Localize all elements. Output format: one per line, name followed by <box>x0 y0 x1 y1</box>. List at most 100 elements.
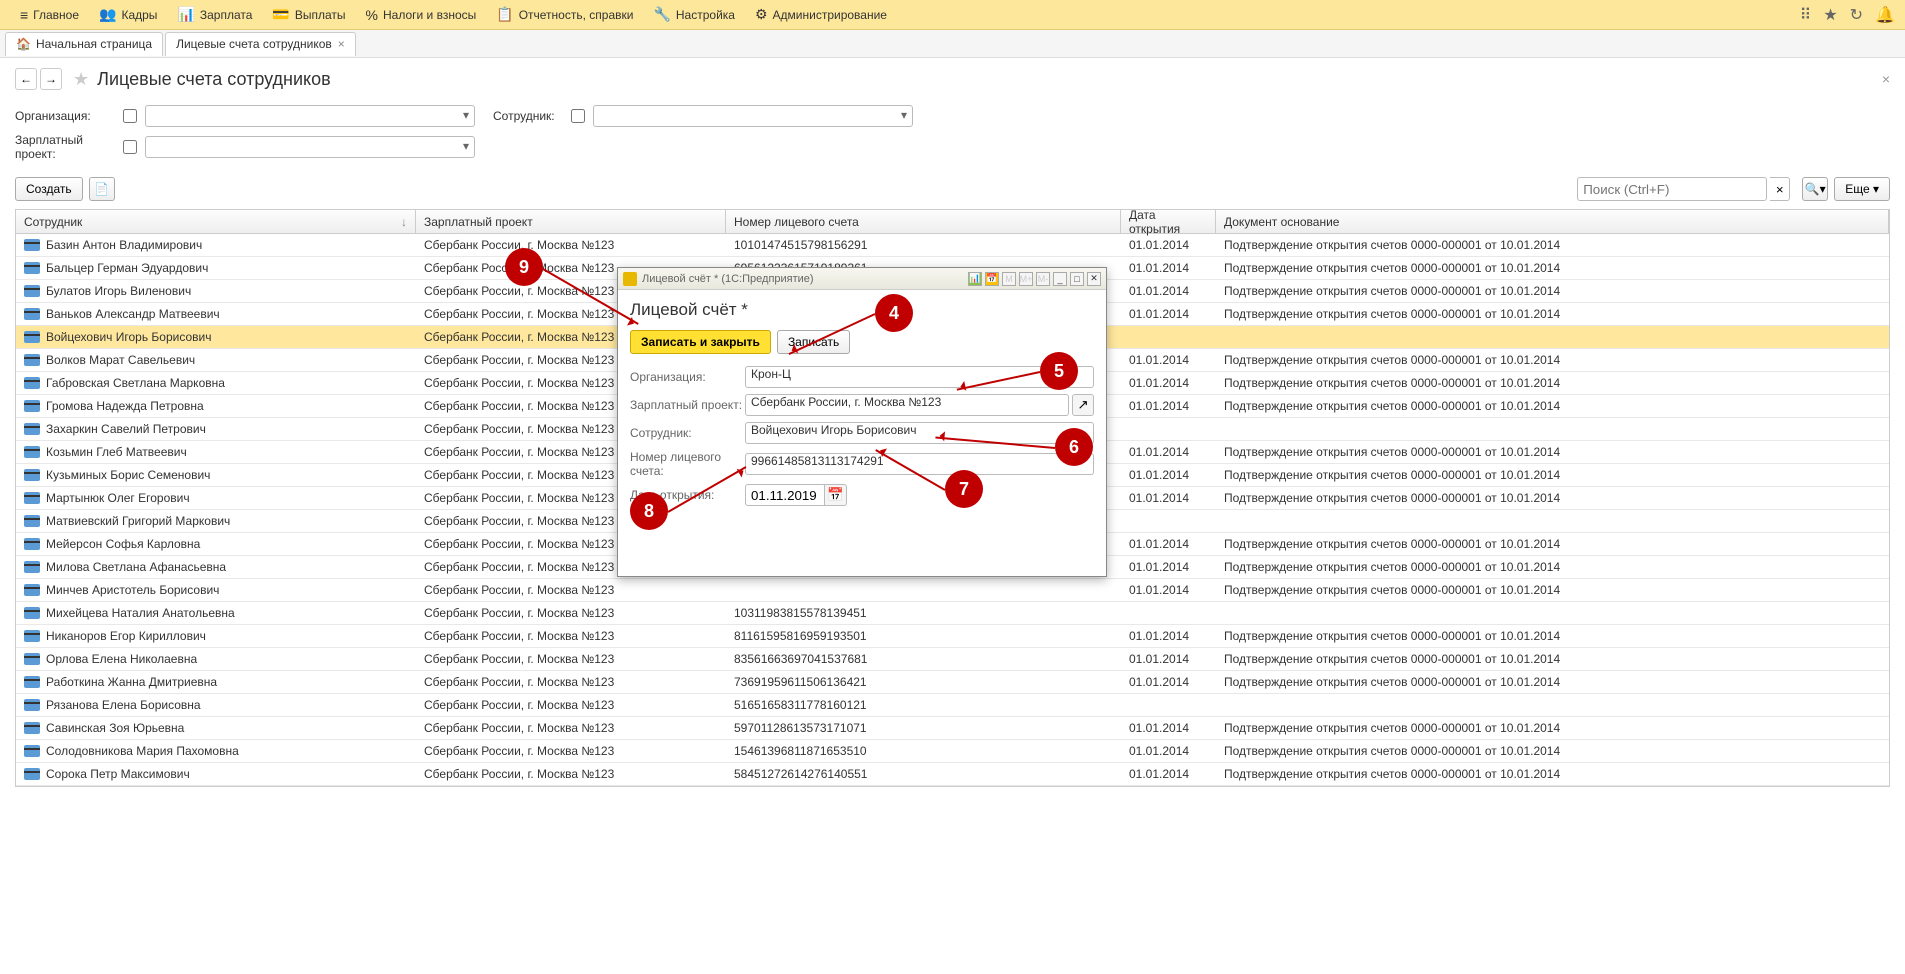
cell-project: Сбербанк России, г. Москва №123 <box>416 718 726 738</box>
table-row[interactable]: Орлова Елена Николаевна Сбербанк России,… <box>16 648 1889 671</box>
dlg-proj-input[interactable]: Сбербанк России, г. Москва №123 <box>745 394 1069 416</box>
cell-employee: Милова Светлана Афанасьевна <box>46 560 226 574</box>
card-icon <box>24 377 40 389</box>
table-row[interactable]: Базин Антон Владимирович Сбербанк России… <box>16 234 1889 257</box>
dlg-acc-input[interactable]: 99661485813113174291 <box>745 453 1094 475</box>
apps-icon[interactable]: ⠿ <box>1800 5 1812 25</box>
cell-employee: Громова Надежда Петровна <box>46 399 204 413</box>
tab-accounts[interactable]: Лицевые счета сотрудников × <box>165 32 356 56</box>
card-icon <box>24 331 40 343</box>
search-input[interactable] <box>1577 177 1767 201</box>
card-icon <box>24 768 40 780</box>
favorite-icon[interactable]: ★ <box>73 69 89 90</box>
table-row[interactable]: Рязанова Елена Борисовна Сбербанк России… <box>16 694 1889 717</box>
cell-employee: Габровская Светлана Марковна <box>46 376 225 390</box>
card-icon <box>24 653 40 665</box>
menu-item-1[interactable]: 👥Кадры <box>89 0 167 30</box>
dialog-mminus-icon[interactable]: M- <box>1036 272 1050 286</box>
filter-org-checkbox[interactable] <box>123 109 137 123</box>
home-icon: 🏠 <box>16 37 31 51</box>
cell-account: 59701128613573171071 <box>726 718 1121 738</box>
history-icon[interactable]: ↻ <box>1850 5 1863 25</box>
cell-employee: Орлова Елена Николаевна <box>46 652 197 666</box>
bell-icon[interactable]: 🔔 <box>1875 5 1895 25</box>
menu-item-0[interactable]: ≡Главное <box>10 0 89 30</box>
dialog-minimize-icon[interactable]: _ <box>1053 272 1067 286</box>
menu-item-6[interactable]: 🔧Настройка <box>643 0 745 30</box>
col-project[interactable]: Зарплатный проект <box>416 210 726 233</box>
cell-date: 01.01.2014 <box>1121 258 1216 278</box>
table-row[interactable]: Минчев Аристотель Борисович Сбербанк Рос… <box>16 579 1889 602</box>
dialog-mplus-icon[interactable]: M+ <box>1019 272 1033 286</box>
dialog-calendar-icon[interactable]: 📅 <box>985 272 999 286</box>
cell-employee: Волков Марат Савельевич <box>46 353 195 367</box>
menu-icon: % <box>366 7 378 23</box>
search-button[interactable]: 🔍▾ <box>1802 177 1828 201</box>
col-date[interactable]: Дата открытия <box>1121 210 1216 233</box>
filter-org-select[interactable] <box>145 105 475 127</box>
tab-close-icon[interactable]: × <box>338 37 345 51</box>
table-row[interactable]: Савинская Зоя Юрьевна Сбербанк России, г… <box>16 717 1889 740</box>
cell-document: Подтверждение открытия счетов 0000-00000… <box>1216 442 1889 462</box>
dialog-calc-icon[interactable]: 📊 <box>968 272 982 286</box>
cell-employee: Матвиевский Григорий Маркович <box>46 514 230 528</box>
dialog-m-icon[interactable]: M <box>1002 272 1016 286</box>
cell-employee: Михейцева Наталия Анатольевна <box>46 606 235 620</box>
menu-icon: ≡ <box>20 7 28 23</box>
card-icon <box>24 538 40 550</box>
nav-back-button[interactable]: ← <box>15 68 37 90</box>
table-row[interactable]: Солодовникова Мария Пахомовна Сбербанк Р… <box>16 740 1889 763</box>
cell-employee: Кузьминых Борис Семенович <box>46 468 210 482</box>
menu-label: Отчетность, справки <box>519 8 634 22</box>
table-header: Сотрудник↓ Зарплатный проект Номер лицев… <box>16 210 1889 234</box>
dlg-date-input[interactable] <box>745 484 825 506</box>
menu-item-5[interactable]: 📋Отчетность, справки <box>486 0 643 30</box>
menu-item-7[interactable]: ⚙Администрирование <box>745 0 897 30</box>
dialog-maximize-icon[interactable]: □ <box>1070 272 1084 286</box>
cell-document <box>1216 702 1889 708</box>
menu-item-3[interactable]: 💳Выплаты <box>262 0 355 30</box>
tab-home[interactable]: 🏠 Начальная страница <box>5 32 163 56</box>
filter-org-label: Организация: <box>15 109 115 123</box>
save-button[interactable]: Записать <box>777 330 850 354</box>
table-row[interactable]: Сорока Петр Максимович Сбербанк России, … <box>16 763 1889 786</box>
table-row[interactable]: Никаноров Егор Кириллович Сбербанк Росси… <box>16 625 1889 648</box>
dialog-titlebar[interactable]: Лицевой счёт * (1С:Предприятие) 📊 📅 M M+… <box>618 268 1106 290</box>
dlg-org-input[interactable]: Крон-Ц <box>745 366 1094 388</box>
menu-item-2[interactable]: 📊Зарплата <box>167 0 262 30</box>
card-icon <box>24 469 40 481</box>
copy-button[interactable]: 📄 <box>89 177 115 201</box>
cell-project: Сбербанк России, г. Москва №123 <box>416 672 726 692</box>
menu-label: Налоги и взносы <box>383 8 476 22</box>
card-icon <box>24 446 40 458</box>
table-row[interactable]: Работкина Жанна Дмитриевна Сбербанк Росс… <box>16 671 1889 694</box>
col-document[interactable]: Документ основание <box>1216 210 1889 233</box>
search-clear-button[interactable]: × <box>1770 177 1790 201</box>
dialog-close-icon[interactable]: ✕ <box>1087 272 1101 286</box>
card-icon <box>24 630 40 642</box>
filter-emp-select[interactable] <box>593 105 913 127</box>
more-button[interactable]: Еще ▾ <box>1834 177 1890 201</box>
menu-icon: 👥 <box>99 6 116 23</box>
dlg-emp-input[interactable]: Войцехович Игорь Борисович <box>745 422 1094 444</box>
cell-date <box>1121 334 1216 340</box>
col-account[interactable]: Номер лицевого счета <box>726 210 1121 233</box>
filter-emp-checkbox[interactable] <box>571 109 585 123</box>
filter-proj-select[interactable] <box>145 136 475 158</box>
filter-proj-checkbox[interactable] <box>123 140 137 154</box>
star-icon[interactable]: ★ <box>1823 5 1837 25</box>
nav-forward-button[interactable]: → <box>40 68 62 90</box>
dlg-proj-open-button[interactable]: ↗ <box>1072 394 1094 416</box>
menu-icon: 💳 <box>272 6 289 23</box>
menu-item-4[interactable]: % Налоги и взносы <box>356 0 487 30</box>
page-close-icon[interactable]: × <box>1882 71 1890 87</box>
cell-document: Подтверждение открытия счетов 0000-00000… <box>1216 672 1889 692</box>
cell-document: Подтверждение открытия счетов 0000-00000… <box>1216 557 1889 577</box>
table-row[interactable]: Михейцева Наталия Анатольевна Сбербанк Р… <box>16 602 1889 625</box>
create-button[interactable]: Создать <box>15 177 83 201</box>
col-employee[interactable]: Сотрудник↓ <box>16 210 416 233</box>
cell-project: Сбербанк России, г. Москва №123 <box>416 649 726 669</box>
save-close-button[interactable]: Записать и закрыть <box>630 330 771 354</box>
card-icon <box>24 722 40 734</box>
dlg-date-picker-button[interactable]: 📅 <box>825 484 847 506</box>
